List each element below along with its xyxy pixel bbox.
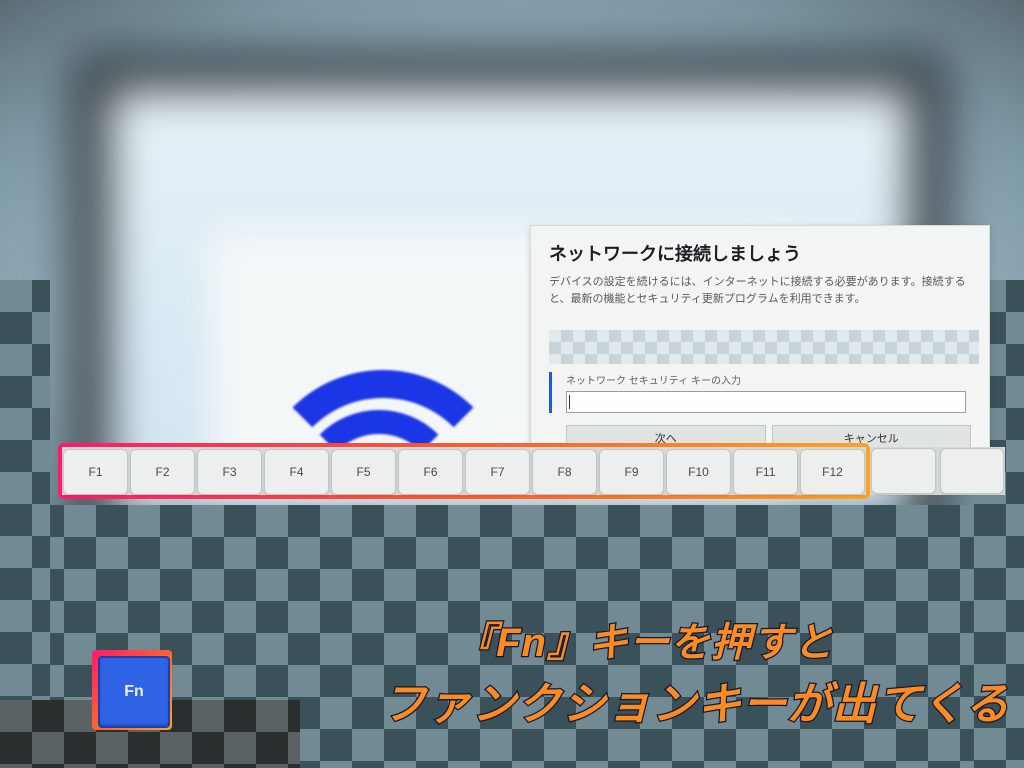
fn-key[interactable]: Fn bbox=[98, 656, 170, 728]
fn-key-highlight: Fn bbox=[92, 650, 172, 730]
security-key-field-area: ネットワーク セキュリティ キーの入力 bbox=[549, 372, 971, 413]
f11-key[interactable]: F11 bbox=[733, 449, 798, 495]
annotation-line-1: 『Fn』キーを押すと bbox=[455, 610, 834, 668]
f12-key[interactable]: F12 bbox=[800, 449, 865, 495]
f8-key[interactable]: F8 bbox=[532, 449, 597, 495]
security-key-label: ネットワーク セキュリティ キーの入力 bbox=[566, 372, 971, 387]
f6-key[interactable]: F6 bbox=[398, 449, 463, 495]
f1-key[interactable]: F1 bbox=[63, 449, 128, 495]
extra-key-2[interactable] bbox=[940, 448, 1005, 494]
f2-key[interactable]: F2 bbox=[130, 449, 195, 495]
security-key-input[interactable] bbox=[566, 391, 966, 413]
f10-key[interactable]: F10 bbox=[666, 449, 731, 495]
f7-key[interactable]: F7 bbox=[465, 449, 530, 495]
network-setup-dialog: ネットワークに接続しましょう デバイスの設定を続けるには、インターネットに接続す… bbox=[530, 225, 990, 453]
extra-key-1[interactable] bbox=[871, 448, 936, 494]
f3-key[interactable]: F3 bbox=[197, 449, 262, 495]
dialog-description: デバイスの設定を続けるには、インターネットに接続する必要があります。接続すると、… bbox=[549, 274, 971, 308]
annotation-line-2: ファンクションキーが出てくる bbox=[382, 668, 1010, 732]
extra-keys-right bbox=[870, 447, 1005, 495]
f4-key[interactable]: F4 bbox=[264, 449, 329, 495]
dialog-title: ネットワークに接続しましょう bbox=[549, 240, 971, 266]
f9-key[interactable]: F9 bbox=[599, 449, 664, 495]
f5-key[interactable]: F5 bbox=[331, 449, 396, 495]
function-keys-highlight: F1 F2 F3 F4 F5 F6 F7 F8 F9 F10 F11 F12 bbox=[58, 443, 870, 499]
function-keys-row: F1 F2 F3 F4 F5 F6 F7 F8 F9 F10 F11 F12 bbox=[62, 447, 866, 495]
censor-network-name bbox=[549, 330, 979, 364]
censor-left bbox=[0, 280, 50, 768]
